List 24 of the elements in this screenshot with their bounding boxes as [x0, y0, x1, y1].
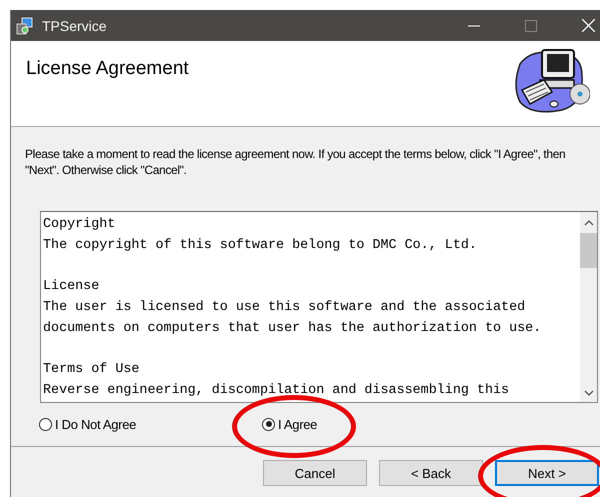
license-line: The user is licensed to use this software and the associated	[43, 298, 526, 317]
scrollbar-thumb[interactable]	[580, 233, 597, 268]
radio-button[interactable]	[39, 418, 52, 430]
scroll-up-icon[interactable]	[584, 220, 594, 226]
license-line: documents on computers that user has the authorization to use.	[43, 320, 542, 338]
radio-option[interactable]: I Do Not Agree	[39, 416, 262, 432]
window-title: TPService	[42, 18, 107, 34]
scroll-down-icon[interactable]	[584, 390, 594, 396]
radio-button[interactable]	[262, 418, 275, 430]
section-heading: Terms of Use	[43, 360, 140, 379]
dialog-button[interactable]: Next >	[495, 460, 599, 486]
page-title: License Agreement	[26, 58, 189, 80]
radio-option[interactable]: I Agree	[262, 416, 318, 432]
dialog-button[interactable]: Cancel	[263, 460, 367, 486]
installer-icon	[16, 16, 34, 34]
scrollbar[interactable]	[580, 212, 597, 402]
section-heading: Copyright	[43, 216, 116, 234]
maximize-icon	[525, 20, 537, 32]
section-heading: License	[43, 278, 100, 296]
license-line: The copyright of this software belong to DMC Co., Ltd.	[43, 236, 478, 255]
dialog-button[interactable]: < Back	[379, 460, 483, 486]
close-icon[interactable]	[582, 19, 595, 32]
instructions-text: Please take a moment to read the license agreement now. If you accept the terms below, click "I Agree", then "Next". Otherwise click "Cancel".	[25, 146, 566, 178]
license-line: Reverse engineering, discompilation and disassembling this	[43, 382, 510, 400]
